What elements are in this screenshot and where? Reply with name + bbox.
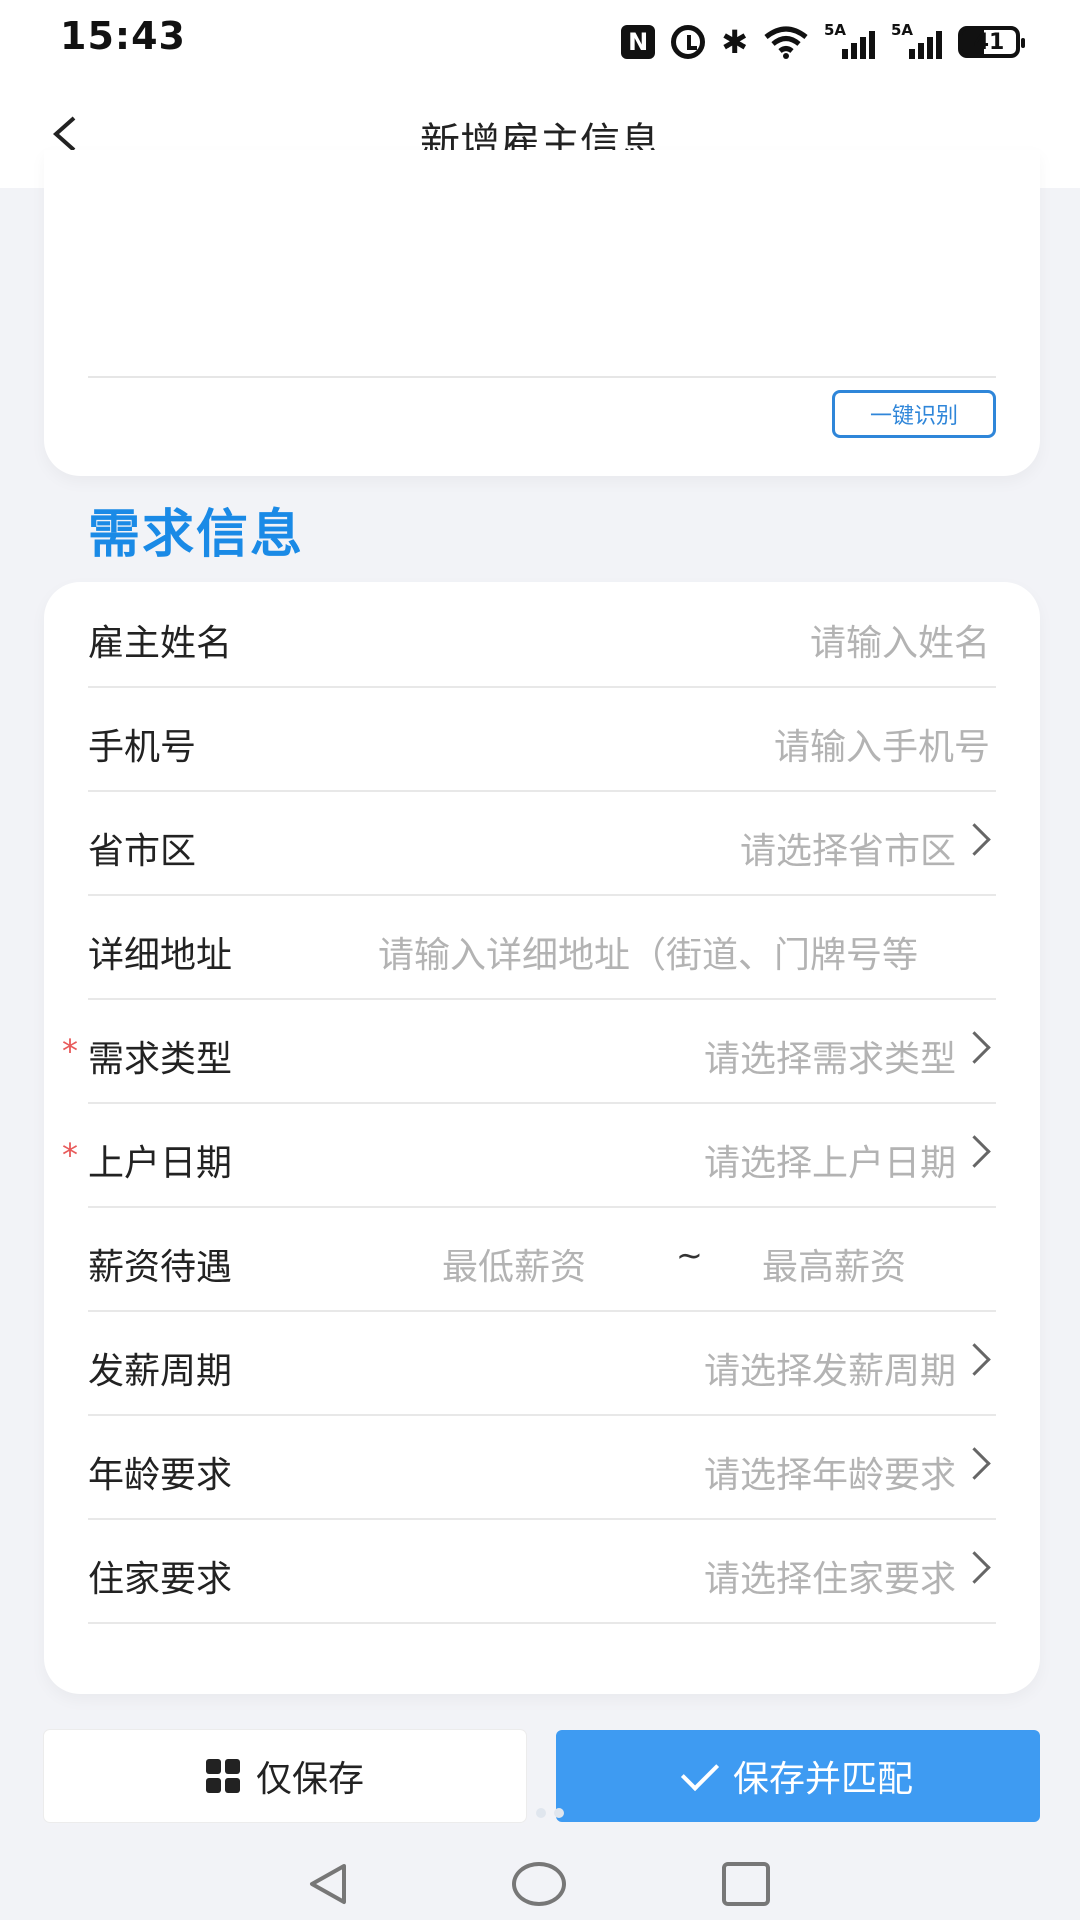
age-req-select[interactable]: 请选择年龄要求: [704, 1446, 956, 1498]
chevron-right-icon: [958, 1551, 991, 1584]
bluetooth-icon: ✱: [721, 23, 748, 61]
nfc-icon: N: [621, 25, 656, 59]
signal-icon: 5A: [891, 21, 942, 59]
one-click-recognize-button[interactable]: 一键识别: [832, 390, 996, 438]
nav-home-icon[interactable]: [512, 1862, 566, 1906]
live-in-select[interactable]: 请选择住家要求: [704, 1550, 956, 1602]
save-and-match-label: 保存并匹配: [732, 1759, 913, 1800]
pay-cycle-label: 发薪周期: [88, 1351, 233, 1392]
address-row[interactable]: 详细地址 请输入详细地址（街道、门牌号等: [88, 894, 996, 1000]
battery-level: 41: [973, 29, 1005, 55]
pay-cycle-row[interactable]: 发薪周期 请选择发薪周期: [88, 1310, 996, 1416]
live-in-label: 住家要求: [88, 1559, 233, 1600]
pay-cycle-select[interactable]: 请选择发薪周期: [704, 1342, 956, 1394]
age-req-label: 年龄要求: [88, 1455, 233, 1496]
grid-icon: [205, 1759, 240, 1793]
phone-row[interactable]: 手机号 请输入手机号: [88, 686, 996, 792]
demand-type-label: 需求类型: [88, 1039, 233, 1080]
demand-type-select[interactable]: 请选择需求类型: [704, 1030, 956, 1082]
salary-label: 薪资待遇: [88, 1247, 233, 1288]
employer-name-input[interactable]: 请输入姓名: [810, 614, 990, 666]
signal-icon: 5A: [824, 21, 875, 59]
required-mark: *: [62, 1136, 78, 1174]
demand-type-row[interactable]: * 需求类型 请选择需求类型: [62, 998, 996, 1104]
phone-label: 手机号: [88, 727, 197, 768]
alarm-icon: [671, 25, 706, 59]
save-and-match-button[interactable]: 保存并匹配: [556, 1730, 1040, 1822]
region-row[interactable]: 省市区 请选择省市区: [88, 790, 996, 896]
save-only-label: 仅保存: [255, 1759, 364, 1800]
status-time: 15:43: [60, 14, 186, 58]
phone-input[interactable]: 请输入手机号: [774, 718, 990, 770]
live-in-row[interactable]: 住家要求 请选择住家要求: [88, 1518, 996, 1624]
address-label: 详细地址: [88, 935, 233, 976]
page-indicator: [536, 1808, 564, 1818]
check-icon: [680, 1752, 720, 1792]
chevron-right-icon: [958, 1447, 991, 1480]
region-select[interactable]: 请选择省市区: [740, 822, 956, 874]
divider: [88, 376, 996, 378]
start-date-row[interactable]: * 上户日期 请选择上户日期: [62, 1102, 996, 1208]
required-mark: *: [62, 1032, 78, 1070]
region-label: 省市区: [88, 831, 197, 872]
address-input[interactable]: 请输入详细地址（街道、门牌号等: [378, 926, 996, 978]
paste-text-card: 一键识别: [44, 150, 1040, 476]
start-date-label: 上户日期: [88, 1143, 233, 1184]
chevron-right-icon: [958, 1343, 991, 1376]
start-date-select[interactable]: 请选择上户日期: [704, 1134, 956, 1186]
status-bar: 15:43 N ✱ 5A 5A 41: [0, 0, 1080, 84]
chevron-right-icon: [958, 1031, 991, 1064]
salary-row: 薪资待遇 最低薪资 ~ 最高薪资: [88, 1206, 996, 1312]
employer-name-label: 雇主姓名: [88, 623, 233, 664]
system-nav-bar: [0, 1856, 1080, 1920]
chevron-right-icon: [958, 1135, 991, 1168]
chevron-right-icon: [958, 823, 991, 856]
section-title: 需求信息: [88, 505, 305, 565]
salary-max-input[interactable]: 最高薪资: [762, 1238, 906, 1290]
age-req-row[interactable]: 年龄要求 请选择年龄要求: [88, 1414, 996, 1520]
salary-separator: ~: [676, 1236, 703, 1274]
wifi-icon: [764, 25, 808, 59]
salary-min-input[interactable]: 最低薪资: [442, 1238, 586, 1290]
battery-icon: 41: [958, 26, 1025, 58]
nav-recent-icon[interactable]: [722, 1862, 770, 1906]
save-only-button[interactable]: 仅保存: [44, 1730, 526, 1822]
employer-name-row[interactable]: 雇主姓名 请输入姓名: [88, 582, 996, 688]
demand-form: 雇主姓名 请输入姓名 手机号 请输入手机号 省市区 请选择省市区 详细地址 请输…: [44, 582, 1040, 1694]
status-icons: N ✱ 5A 5A 41: [621, 21, 1025, 62]
nav-back-icon[interactable]: [304, 1860, 352, 1908]
